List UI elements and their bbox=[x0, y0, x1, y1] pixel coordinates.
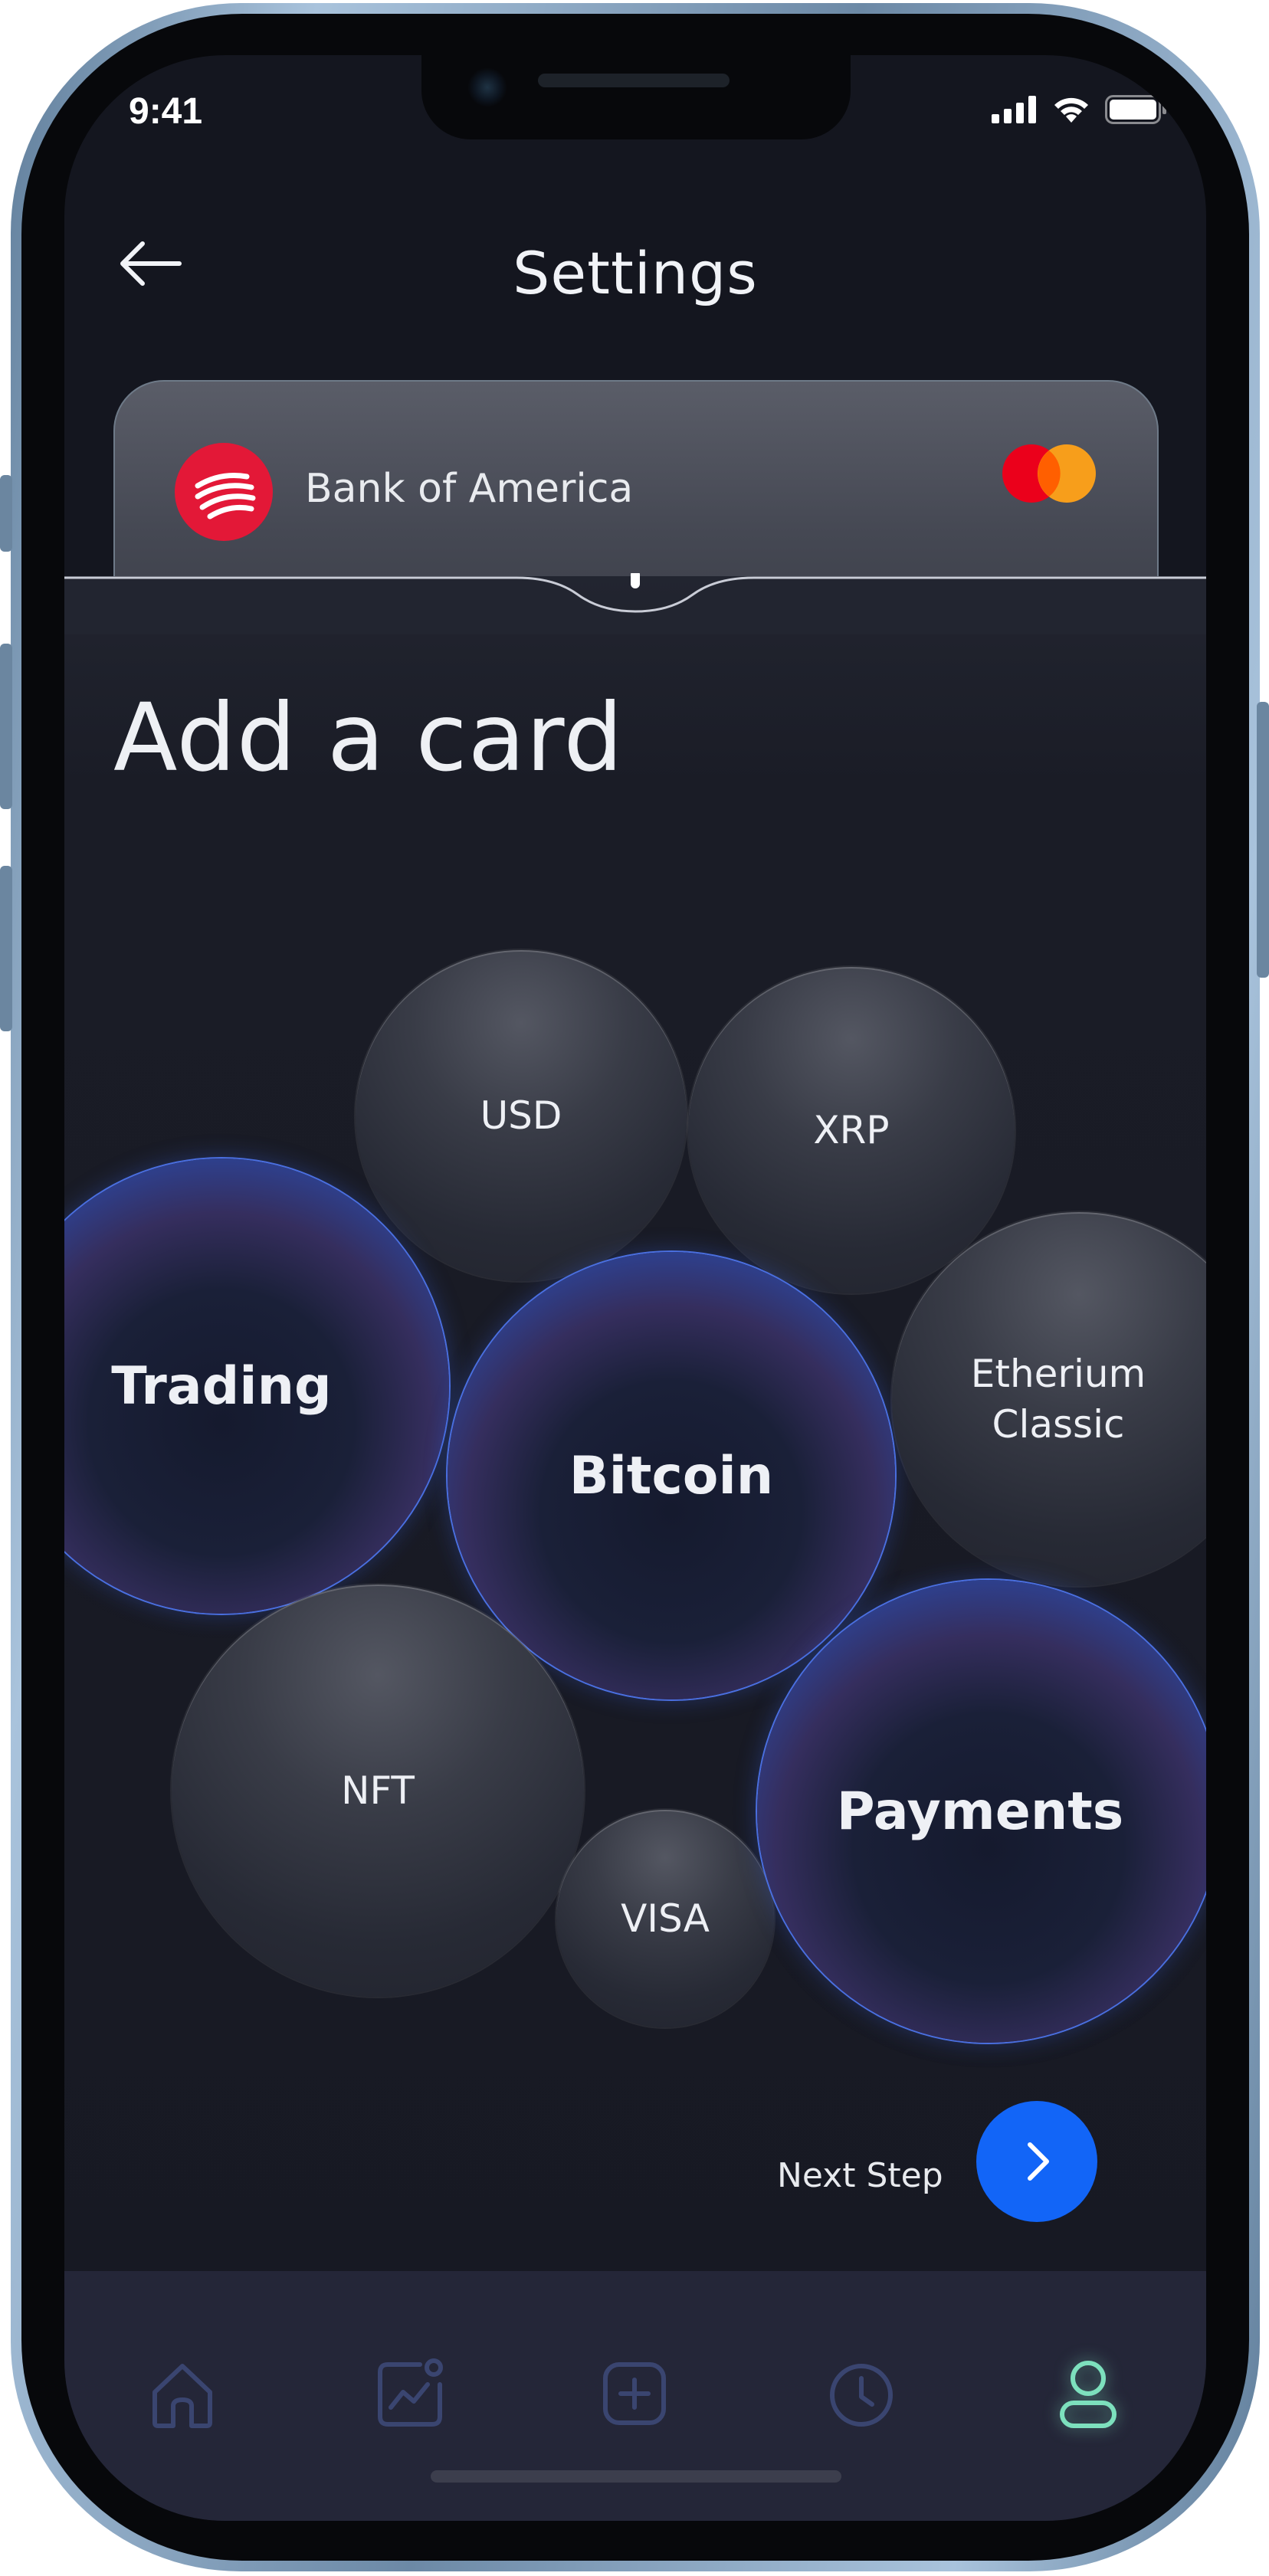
bubble-visa[interactable]: VISA bbox=[556, 1810, 774, 2027]
battery-icon bbox=[1105, 95, 1166, 124]
status-icons bbox=[992, 95, 1168, 124]
bubble-bitcoin[interactable]: Bitcoin bbox=[448, 1252, 895, 1699]
mastercard-icon bbox=[1002, 444, 1096, 503]
status-time: 9:41 bbox=[129, 91, 203, 132]
bubble-nft[interactable]: NFT bbox=[172, 1585, 584, 1997]
next-step-label: Next Step bbox=[777, 2156, 943, 2195]
bubble-payments-label: Payments bbox=[836, 1781, 1124, 1842]
signal-icon bbox=[992, 96, 1036, 123]
bank-logo bbox=[175, 443, 273, 541]
chevron-right-icon bbox=[1028, 2142, 1049, 2181]
bank-flag-icon bbox=[195, 473, 256, 519]
etherium-line2: Classic bbox=[992, 1402, 1125, 1447]
app-screen: 9:41 Settings Bank of America Add a card… bbox=[64, 55, 1206, 2521]
add-icon[interactable] bbox=[596, 2355, 673, 2432]
home-indicator[interactable] bbox=[431, 2470, 841, 2483]
top-bar: Settings bbox=[64, 216, 1206, 308]
bubble-bitcoin-label: Bitcoin bbox=[569, 1445, 774, 1506]
bubble-etherium-label: Etherium Classic bbox=[971, 1349, 1146, 1450]
power-button bbox=[1257, 702, 1269, 978]
home-icon[interactable] bbox=[144, 2355, 221, 2432]
bubble-payments[interactable]: Payments bbox=[757, 1580, 1206, 2043]
pocket-edge bbox=[64, 573, 1206, 634]
bubble-xrp-label: XRP bbox=[813, 1108, 890, 1152]
history-icon[interactable] bbox=[823, 2355, 900, 2432]
bottom-nav bbox=[64, 2271, 1206, 2521]
bubble-usd-label: USD bbox=[480, 1093, 562, 1138]
front-camera bbox=[467, 67, 507, 107]
next-step-button[interactable] bbox=[976, 2101, 1097, 2222]
wifi-icon bbox=[1054, 97, 1088, 123]
bank-name: Bank of America bbox=[305, 466, 634, 512]
bubble-trading-label: Trading bbox=[111, 1355, 332, 1417]
add-card-title: Add a card bbox=[113, 683, 624, 792]
bubble-visa-label: VISA bbox=[621, 1896, 710, 1941]
profile-icon[interactable] bbox=[1050, 2355, 1126, 2432]
bubble-usd[interactable]: USD bbox=[356, 950, 687, 1281]
volume-up-button bbox=[0, 644, 12, 809]
bubble-xrp[interactable]: XRP bbox=[688, 967, 1015, 1293]
mute-switch bbox=[0, 475, 12, 552]
page-title: Settings bbox=[513, 239, 758, 307]
etherium-line1: Etherium bbox=[970, 1352, 1146, 1396]
speaker-grille bbox=[538, 74, 730, 87]
volume-down-button bbox=[0, 866, 12, 1031]
chart-icon[interactable] bbox=[371, 2355, 448, 2432]
bubble-nft-label: NFT bbox=[341, 1768, 415, 1813]
